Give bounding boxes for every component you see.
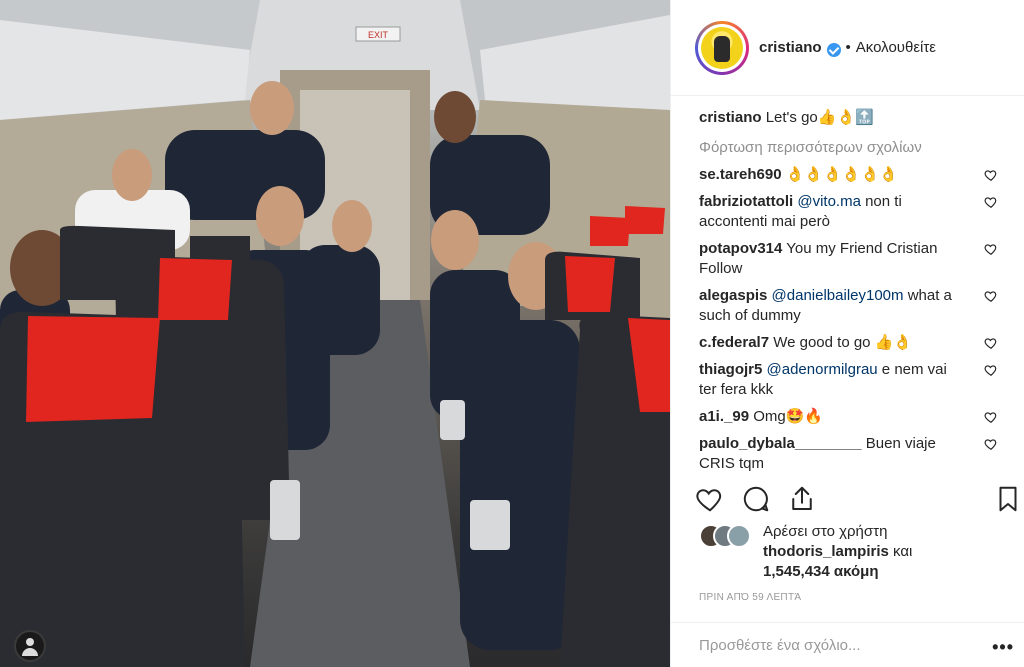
comment-username[interactable]: c.federal7	[699, 334, 769, 351]
comment-mention[interactable]: @danielbailey100m	[772, 287, 904, 304]
liker-avatar	[727, 524, 751, 548]
profile-avatar[interactable]	[695, 20, 749, 75]
avatar-image	[701, 26, 743, 69]
like-comment-heart-icon[interactable]	[984, 168, 998, 182]
post-actions-bar	[695, 484, 1024, 516]
load-more-comments-button[interactable]: Φόρτωση περισσότερων σχολίων	[699, 138, 996, 158]
comment-username[interactable]: paulo_dybala________	[699, 435, 862, 452]
comment-item: paulo_dybala________ Buen viaje CRIS tqm	[699, 434, 998, 474]
airplane-cabin-photo: EXIT	[0, 0, 670, 667]
following-button[interactable]: Ακολουθείτε	[856, 39, 936, 56]
bookmark-icon[interactable]	[993, 484, 1023, 514]
viewer-avatar[interactable]	[14, 630, 46, 662]
header-username[interactable]: cristiano	[759, 39, 822, 56]
seat-headrest	[26, 316, 160, 422]
add-comment-bar: •••	[671, 622, 1024, 667]
exit-sign-text: EXIT	[368, 30, 389, 40]
comment-username[interactable]: fabriziotattoli	[699, 193, 793, 210]
comment-item: fabriziotattoli @vito.ma non ti acconten…	[699, 192, 998, 232]
add-comment-input[interactable]	[699, 636, 969, 654]
caption-text: Let's go👍👌🔝	[765, 109, 874, 126]
comment-item: se.tareh690 👌👌👌👌👌👌	[699, 165, 998, 185]
comment-username[interactable]: se.tareh690	[699, 166, 782, 183]
comment-item: a1i._99 Omg🤩🔥	[699, 407, 998, 427]
like-comment-heart-icon[interactable]	[984, 289, 998, 303]
comment-bubble-icon[interactable]	[741, 484, 771, 514]
like-comment-heart-icon[interactable]	[984, 363, 998, 377]
verified-badge-icon	[826, 42, 841, 57]
post-header: cristiano • Ακολουθείτε	[671, 0, 1024, 96]
like-comment-heart-icon[interactable]	[984, 242, 998, 256]
share-icon[interactable]	[787, 484, 817, 514]
header-separator: •	[845, 39, 851, 56]
likes-prefix: Αρέσει στο χρήστη	[763, 523, 888, 540]
comment-username[interactable]: alegaspis	[699, 287, 767, 304]
likes-conjunction: και	[888, 543, 913, 560]
likes-summary: Αρέσει στο χρήστη thodoris_lampiris και …	[699, 522, 999, 582]
comment-item: potapov314 You my Friend Cristian Follow	[699, 239, 998, 279]
post-timestamp[interactable]: ΠΡΙΝ ΑΠΌ 59 ΛΕΠΤΆ	[699, 592, 801, 603]
comment-item: alegaspis @danielbailey100m what a such …	[699, 286, 998, 326]
more-options-icon[interactable]: •••	[992, 637, 1014, 658]
like-comment-heart-icon[interactable]	[984, 336, 998, 350]
comment-text: Omg🤩🔥	[753, 408, 824, 425]
comment-username[interactable]: thiagojr5	[699, 361, 762, 378]
comment-username[interactable]: a1i._99	[699, 408, 749, 425]
comment-item: c.federal7 We good to go 👍👌	[699, 333, 998, 353]
caption-username[interactable]: cristiano	[699, 109, 762, 126]
post-caption: cristiano Let's go👍👌🔝	[699, 108, 996, 128]
post-side-panel: cristiano • Ακολουθείτε cristiano Let's …	[670, 0, 1024, 667]
comment-mention[interactable]: @adenormilgrau	[767, 361, 878, 378]
comment-username[interactable]: potapov314	[699, 240, 782, 257]
comment-mention[interactable]: @vito.ma	[797, 193, 861, 210]
likes-count[interactable]: 1,545,434 ακόμη	[763, 562, 999, 582]
liker-username[interactable]: thodoris_lampiris	[763, 543, 889, 560]
like-comment-heart-icon[interactable]	[984, 437, 998, 451]
comment-item: thiagojr5 @adenormilgrau e nem vai ter f…	[699, 360, 998, 400]
like-comment-heart-icon[interactable]	[984, 195, 998, 209]
comment-text: We good to go 👍👌	[773, 334, 913, 351]
like-comment-heart-icon[interactable]	[984, 410, 998, 424]
comment-text: 👌👌👌👌👌👌	[785, 166, 898, 183]
like-heart-icon[interactable]	[695, 484, 725, 514]
liker-avatars[interactable]	[699, 524, 755, 548]
comments-list: cristiano Let's go👍👌🔝 Φόρτωση περισσότερ…	[671, 96, 1024, 474]
post-photo[interactable]: EXIT	[0, 0, 670, 667]
